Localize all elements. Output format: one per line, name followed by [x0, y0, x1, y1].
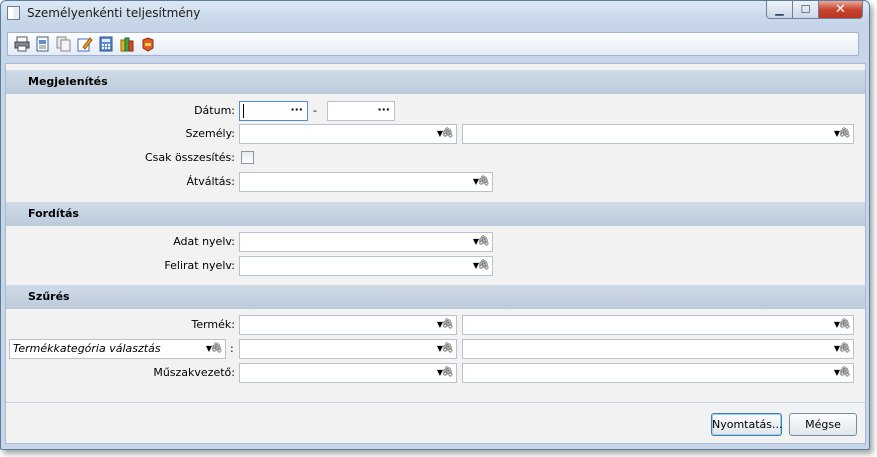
- dialog-window: Személyenkénti teljesítmény ▁ ☐ ✕ Megjel…: [0, 0, 870, 450]
- clip-icon[interactable]: 🖇: [838, 364, 851, 382]
- window-title: Személyenkénti teljesítmény: [27, 6, 201, 20]
- summary-only-label: Csak összesítés:: [144, 151, 235, 164]
- minimize-button[interactable]: ▁: [766, 1, 793, 19]
- divider: [6, 402, 865, 403]
- category-combo-2[interactable]: ▼ 🖇: [462, 339, 854, 359]
- clip-icon[interactable]: 🖇: [477, 257, 490, 275]
- category-colon: :: [230, 342, 234, 355]
- summary-only-checkbox[interactable]: [241, 151, 254, 164]
- data-language-combo[interactable]: ▼ 🖇: [239, 232, 493, 252]
- section-display: Megjelenítés: [6, 70, 865, 94]
- clip-icon[interactable]: 🖇: [210, 340, 223, 358]
- stack-icon[interactable]: [118, 35, 136, 53]
- clip-icon[interactable]: 🖇: [441, 316, 454, 334]
- clip-icon[interactable]: 🖇: [838, 125, 851, 143]
- person-combo-2[interactable]: ▼ 🖇: [462, 124, 854, 144]
- date-to-input[interactable]: ···: [327, 101, 395, 121]
- clip-icon[interactable]: 🖇: [477, 233, 490, 251]
- product-combo-1[interactable]: ▼ 🖇: [239, 315, 457, 335]
- print-button[interactable]: Nyomtatás...: [711, 413, 783, 436]
- clip-icon[interactable]: 🖇: [441, 340, 454, 358]
- clip-icon[interactable]: 🖇: [441, 364, 454, 382]
- shift-leader-label: Műszakvezető:: [153, 366, 235, 379]
- edit-icon[interactable]: [76, 35, 94, 53]
- caption-language-combo[interactable]: ▼ 🖇: [239, 256, 493, 276]
- date-separator: -: [313, 104, 317, 117]
- clip-icon[interactable]: 🖇: [441, 125, 454, 143]
- section-translation: Fordítás: [6, 202, 865, 226]
- conversion-label: Átváltás:: [186, 175, 235, 188]
- date-picker-button[interactable]: ···: [290, 102, 303, 118]
- product-label: Termék:: [191, 318, 235, 331]
- calculator-icon[interactable]: [97, 35, 115, 53]
- date-label: Dátum:: [194, 104, 235, 117]
- print-preview-icon[interactable]: [34, 35, 52, 53]
- clip-icon[interactable]: 🖇: [838, 340, 851, 358]
- person-combo-1[interactable]: ▼ 🖇: [239, 124, 457, 144]
- shift-leader-combo-2[interactable]: ▼ 🖇: [462, 363, 854, 383]
- section-filter: Szűrés: [6, 285, 865, 309]
- clip-icon[interactable]: 🖇: [477, 173, 490, 191]
- maximize-button[interactable]: ☐: [793, 1, 819, 19]
- person-label: Személy:: [185, 127, 235, 140]
- date-picker-button[interactable]: ···: [377, 102, 390, 118]
- category-selector-value: Termékkategória választás: [13, 342, 161, 355]
- export-icon[interactable]: [139, 35, 157, 53]
- title-bar[interactable]: Személyenkénti teljesítmény ▁ ☐ ✕: [1, 1, 869, 25]
- window-icon: [7, 6, 20, 20]
- toolbar: [7, 32, 859, 56]
- category-combo-1[interactable]: ▼ 🖇: [239, 339, 457, 359]
- category-selector-combo[interactable]: Termékkategória választás ▼ 🖇: [9, 339, 226, 359]
- caption-language-label: Felirat nyelv:: [164, 259, 235, 272]
- cancel-button[interactable]: Mégse: [789, 413, 857, 436]
- conversion-combo[interactable]: ▼ 🖇: [239, 172, 493, 192]
- print-icon[interactable]: [13, 35, 31, 53]
- date-from-input[interactable]: ···: [239, 101, 308, 121]
- copy-icon[interactable]: [55, 35, 73, 53]
- shift-leader-combo-1[interactable]: ▼ 🖇: [239, 363, 457, 383]
- text-caret: [243, 104, 244, 118]
- clip-icon[interactable]: 🖇: [838, 316, 851, 334]
- close-button[interactable]: ✕: [819, 1, 863, 19]
- data-language-label: Adat nyelv:: [173, 235, 235, 248]
- form-panel: Megjelenítés Dátum: ··· - ··· Személy: ▼…: [5, 63, 866, 444]
- product-combo-2[interactable]: ▼ 🖇: [462, 315, 854, 335]
